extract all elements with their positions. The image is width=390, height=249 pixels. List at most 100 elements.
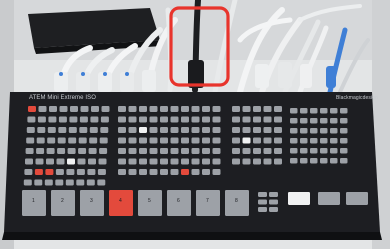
source-key[interactable] — [149, 116, 158, 123]
effect-key[interactable] — [232, 106, 240, 112]
source-key[interactable] — [139, 169, 147, 175]
small-key[interactable] — [258, 199, 267, 205]
control-key[interactable] — [320, 128, 328, 134]
effect-key[interactable] — [263, 158, 272, 165]
source-key[interactable] — [160, 106, 168, 112]
audio-key[interactable] — [37, 116, 46, 123]
source-key[interactable] — [202, 106, 210, 112]
source-key[interactable] — [191, 106, 200, 112]
control-key[interactable] — [330, 108, 338, 114]
control-key[interactable] — [310, 148, 318, 154]
source-key[interactable] — [170, 127, 179, 133]
audio-key[interactable] — [58, 127, 67, 133]
source-key[interactable] — [139, 127, 147, 133]
audio-key[interactable] — [67, 148, 76, 154]
source-key[interactable] — [160, 116, 168, 123]
control-key[interactable] — [290, 148, 298, 154]
source-key[interactable] — [202, 137, 210, 144]
small-key[interactable] — [258, 207, 267, 212]
audio-key[interactable] — [69, 116, 78, 123]
effect-key[interactable] — [232, 148, 240, 154]
audio-key[interactable] — [78, 148, 87, 154]
control-key[interactable] — [330, 128, 338, 134]
source-key[interactable] — [139, 116, 147, 123]
audio-key[interactable] — [46, 158, 54, 165]
small-key[interactable] — [269, 199, 278, 205]
effect-key[interactable] — [274, 116, 282, 123]
source-key[interactable] — [160, 137, 168, 144]
source-key[interactable] — [181, 116, 189, 123]
effect-key[interactable] — [242, 158, 251, 165]
audio-key[interactable] — [91, 106, 99, 112]
audio-key[interactable] — [56, 158, 65, 165]
source-key[interactable] — [128, 127, 137, 133]
audio-key[interactable] — [76, 169, 85, 175]
control-key[interactable] — [310, 118, 318, 124]
control-key[interactable] — [320, 158, 328, 164]
control-key[interactable] — [340, 118, 348, 124]
source-key[interactable] — [160, 158, 168, 165]
source-key[interactable] — [212, 169, 221, 175]
control-key[interactable] — [300, 128, 308, 134]
audio-key[interactable] — [23, 179, 32, 186]
source-key[interactable] — [160, 127, 168, 133]
effect-key[interactable] — [274, 127, 282, 133]
source-key[interactable] — [128, 158, 137, 165]
control-key[interactable] — [330, 148, 338, 154]
control-key[interactable] — [310, 138, 318, 144]
audio-key[interactable] — [48, 116, 57, 123]
control-key[interactable] — [300, 148, 308, 154]
control-key[interactable] — [340, 158, 348, 164]
source-key[interactable] — [202, 169, 210, 175]
control-key[interactable] — [290, 118, 298, 124]
audio-key[interactable] — [44, 179, 53, 186]
audio-key[interactable] — [34, 179, 43, 186]
effect-key[interactable] — [232, 158, 240, 165]
source-key[interactable] — [170, 169, 179, 175]
source-key[interactable] — [118, 148, 126, 154]
audio-key[interactable] — [87, 169, 96, 175]
audio-key[interactable] — [25, 158, 33, 165]
effect-key[interactable] — [253, 137, 261, 144]
audio-key[interactable] — [55, 169, 64, 175]
control-key[interactable] — [310, 108, 318, 114]
audio-key[interactable] — [79, 116, 88, 123]
control-key[interactable] — [340, 148, 348, 154]
control-key[interactable] — [340, 108, 348, 114]
control-key[interactable] — [320, 108, 328, 114]
audio-key[interactable] — [46, 148, 55, 154]
control-key[interactable] — [310, 128, 318, 134]
source-key[interactable] — [149, 127, 158, 133]
control-key[interactable] — [300, 118, 308, 124]
source-key[interactable] — [139, 148, 147, 154]
audio-key[interactable] — [47, 127, 56, 133]
effect-key[interactable] — [263, 116, 272, 123]
auto-key[interactable] — [318, 192, 340, 205]
control-key[interactable] — [320, 138, 328, 144]
source-key[interactable] — [191, 116, 200, 123]
source-key[interactable] — [191, 127, 200, 133]
audio-key[interactable] — [28, 106, 36, 112]
source-key[interactable] — [149, 158, 158, 165]
effect-key[interactable] — [242, 127, 251, 133]
audio-key[interactable] — [67, 158, 75, 165]
control-key[interactable] — [300, 158, 308, 164]
control-key[interactable] — [290, 138, 298, 144]
source-key[interactable] — [212, 158, 221, 165]
audio-key[interactable] — [79, 127, 88, 133]
source-key[interactable] — [212, 148, 221, 154]
control-key[interactable] — [330, 138, 338, 144]
effect-key[interactable] — [253, 148, 261, 154]
effect-key[interactable] — [263, 148, 272, 154]
effect-key[interactable] — [242, 148, 251, 154]
audio-key[interactable] — [97, 169, 106, 175]
audio-key[interactable] — [26, 137, 35, 144]
audio-key[interactable] — [89, 137, 98, 144]
audio-key[interactable] — [24, 169, 33, 175]
source-key[interactable] — [139, 158, 147, 165]
audio-key[interactable] — [65, 179, 74, 186]
audio-key[interactable] — [97, 179, 106, 186]
source-key[interactable] — [181, 137, 189, 144]
source-key[interactable] — [128, 148, 137, 154]
control-key[interactable] — [290, 108, 298, 114]
